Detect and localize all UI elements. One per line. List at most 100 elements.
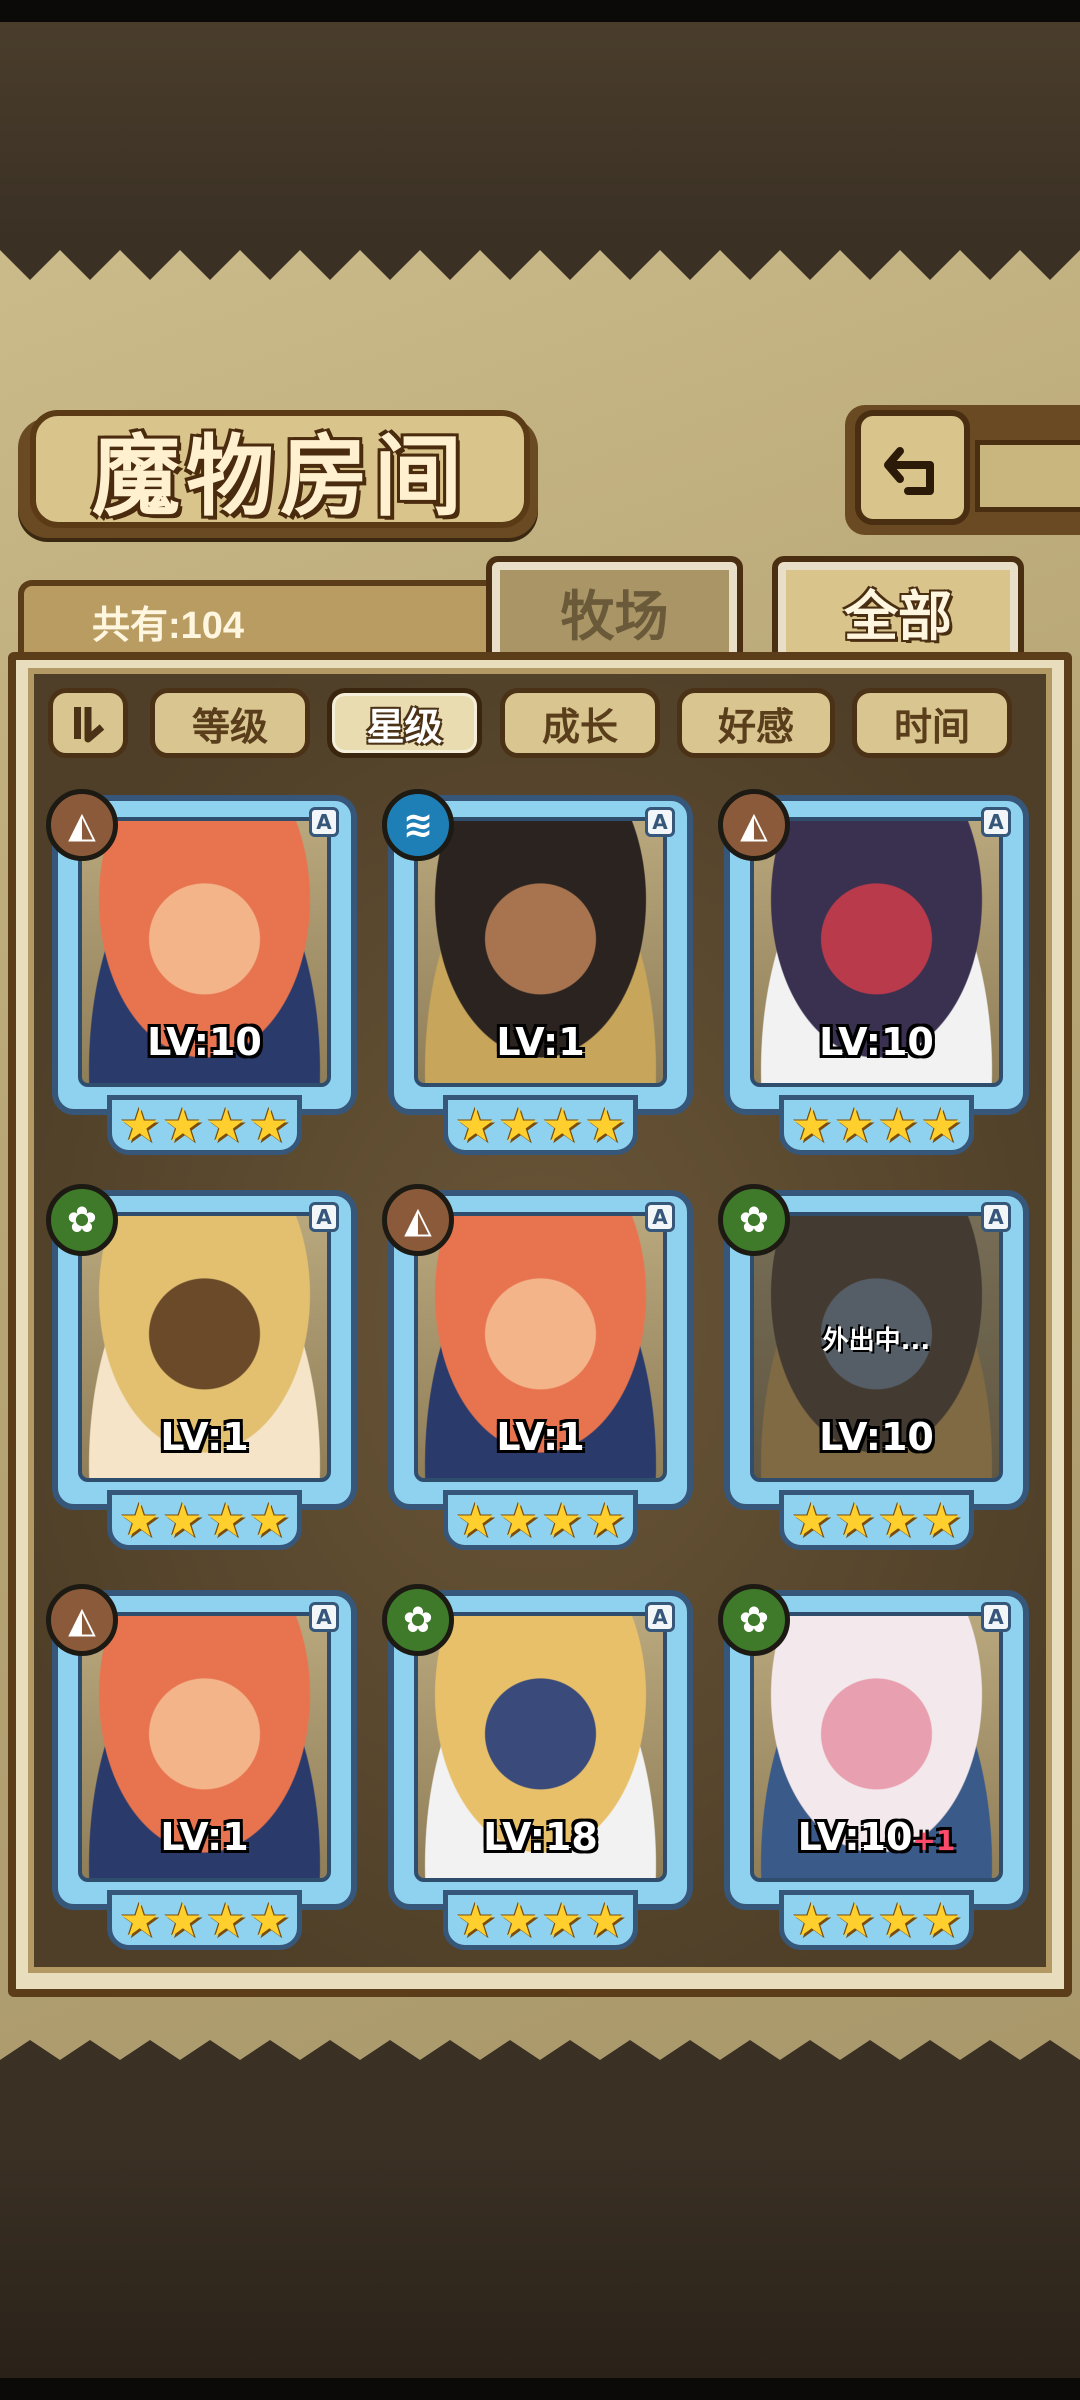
monster-card[interactable]: A ✿ LV:10+1 ★ ★ ★ ★: [718, 1584, 1029, 1950]
back-button[interactable]: [855, 410, 970, 525]
star-icon: ★: [877, 1493, 919, 1547]
wood-element-icon: ✿: [382, 1584, 454, 1656]
star-rating: ★ ★ ★ ★: [107, 1095, 302, 1155]
level-value: LV:10: [147, 1020, 262, 1064]
star-icon: ★: [791, 1098, 833, 1152]
star-icon: ★: [541, 1893, 583, 1947]
monster-card[interactable]: A ≋ LV:1 ★ ★ ★ ★: [382, 789, 693, 1155]
star-icon: ★: [498, 1493, 540, 1547]
level-label: LV:10: [724, 1415, 1029, 1459]
upgrade-plus: +1: [912, 1824, 956, 1857]
star-icon: ★: [119, 1893, 161, 1947]
star-icon: ★: [205, 1098, 247, 1152]
grade-badge: A: [981, 1202, 1011, 1232]
star-icon: ★: [834, 1893, 876, 1947]
wood-element-icon: ✿: [46, 1184, 118, 1256]
star-icon: ★: [791, 1493, 833, 1547]
sort-star-button[interactable]: 星级: [327, 688, 482, 758]
star-rating: ★ ★ ★ ★: [779, 1095, 974, 1155]
navigation-bar: [0, 2378, 1080, 2400]
monster-card[interactable]: A ◭ LV:1 ★ ★ ★ ★: [46, 1584, 357, 1950]
grade-badge: A: [309, 1602, 339, 1632]
star-icon: ★: [162, 1893, 204, 1947]
star-icon: ★: [584, 1098, 626, 1152]
grade-badge: A: [981, 807, 1011, 837]
star-icon: ★: [834, 1098, 876, 1152]
level-label: LV:1: [388, 1020, 693, 1064]
earth-element-icon: ◭: [382, 1184, 454, 1256]
level-value: LV:18: [483, 1815, 598, 1859]
monster-card[interactable]: A ✿ 外出中... LV:10 ★ ★ ★ ★: [718, 1184, 1029, 1550]
monster-count: 共有:104: [92, 605, 245, 647]
monster-card[interactable]: A ◭ LV:10 ★ ★ ★ ★: [46, 789, 357, 1155]
level-label: LV:10+1: [724, 1815, 1029, 1859]
grade-badge: A: [645, 1602, 675, 1632]
sort-time-button[interactable]: 时间: [852, 688, 1012, 758]
sort-order-icon: [74, 707, 105, 743]
star-rating: ★ ★ ★ ★: [443, 1490, 638, 1550]
level-label: LV:1: [52, 1815, 357, 1859]
star-icon: ★: [920, 1893, 962, 1947]
star-icon: ★: [541, 1098, 583, 1152]
star-rating: ★ ★ ★ ★: [779, 1490, 974, 1550]
star-icon: ★: [455, 1493, 497, 1547]
page-title: 魔物房间: [91, 423, 468, 528]
status-label: 外出中...: [822, 1326, 931, 1356]
grade-badge: A: [645, 807, 675, 837]
level-value: LV:1: [496, 1415, 585, 1459]
level-label: LV:1: [52, 1415, 357, 1459]
sort-affection-button[interactable]: 好感: [677, 688, 835, 758]
background-bottom: [0, 2150, 1080, 2378]
star-icon: ★: [162, 1098, 204, 1152]
status-bar: [0, 0, 1080, 22]
level-value: LV:10: [797, 1815, 913, 1859]
tab-ranch[interactable]: 牧场: [486, 556, 743, 658]
star-icon: ★: [584, 1493, 626, 1547]
star-icon: ★: [455, 1098, 497, 1152]
star-icon: ★: [248, 1098, 290, 1152]
earth-element-icon: ◭: [718, 789, 790, 861]
star-icon: ★: [834, 1493, 876, 1547]
star-rating: ★ ★ ★ ★: [107, 1890, 302, 1950]
monster-card[interactable]: A ◭ LV:1 ★ ★ ★ ★: [382, 1184, 693, 1550]
wood-element-icon: ✿: [718, 1184, 790, 1256]
monster-card[interactable]: A ✿ LV:1 ★ ★ ★ ★: [46, 1184, 357, 1550]
star-icon: ★: [205, 1493, 247, 1547]
return-arrow-icon: [883, 446, 934, 495]
level-label: LV:10: [52, 1020, 357, 1064]
wood-element-icon: ✿: [718, 1584, 790, 1656]
star-icon: ★: [119, 1098, 161, 1152]
grade-badge: A: [981, 1602, 1011, 1632]
torn-edge-bottom: [0, 2040, 1080, 2155]
tab-all[interactable]: 全部: [772, 556, 1024, 658]
star-icon: ★: [248, 1893, 290, 1947]
star-rating: ★ ★ ★ ★: [443, 1890, 638, 1950]
star-icon: ★: [498, 1098, 540, 1152]
level-label: LV:10: [724, 1020, 1029, 1064]
star-icon: ★: [877, 1893, 919, 1947]
monster-card[interactable]: A ◭ LV:10 ★ ★ ★ ★: [718, 789, 1029, 1155]
level-value: LV:10: [819, 1415, 934, 1459]
level-value: LV:1: [496, 1020, 585, 1064]
star-icon: ★: [248, 1493, 290, 1547]
sort-growth-button[interactable]: 成长: [500, 688, 660, 758]
sort-level-button[interactable]: 等级: [150, 688, 310, 758]
monster-card[interactable]: A ✿ LV:18 ★ ★ ★ ★: [382, 1584, 693, 1950]
star-icon: ★: [162, 1493, 204, 1547]
star-icon: ★: [920, 1098, 962, 1152]
water-element-icon: ≋: [382, 789, 454, 861]
star-icon: ★: [584, 1893, 626, 1947]
torn-edge-top: [0, 240, 1080, 280]
star-icon: ★: [791, 1893, 833, 1947]
earth-element-icon: ◭: [46, 1584, 118, 1656]
grade-badge: A: [309, 1202, 339, 1232]
star-icon: ★: [920, 1493, 962, 1547]
star-icon: ★: [119, 1493, 161, 1547]
title-plate: 魔物房间: [30, 410, 530, 528]
level-value: LV:1: [160, 1815, 249, 1859]
star-icon: ★: [455, 1893, 497, 1947]
level-label: LV:1: [388, 1415, 693, 1459]
level-value: LV:1: [160, 1415, 249, 1459]
level-label: LV:18: [388, 1815, 693, 1859]
sort-order-toggle[interactable]: [48, 688, 128, 758]
